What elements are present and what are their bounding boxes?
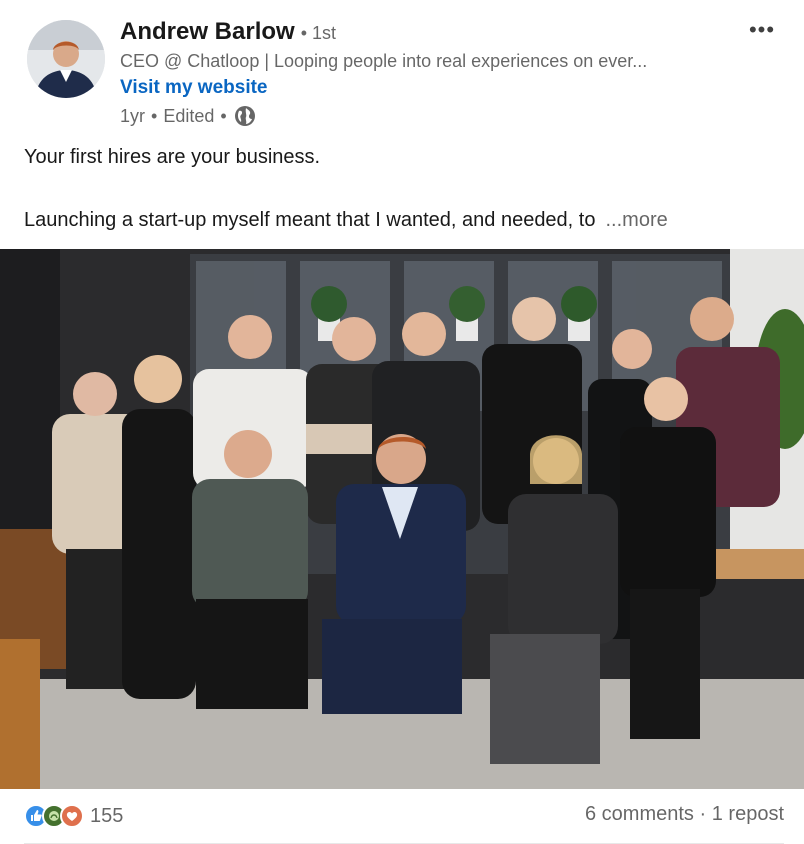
counts-separator: ·: [699, 803, 707, 825]
edited-label: Edited: [163, 105, 215, 126]
post-image[interactable]: [0, 249, 804, 789]
author-name[interactable]: Andrew Barlow: [120, 18, 295, 46]
love-icon: [60, 804, 84, 828]
reposts-count-link[interactable]: 1 repost: [712, 803, 784, 825]
connection-degree: • 1st: [300, 23, 337, 43]
author-avatar[interactable]: [27, 20, 105, 98]
post-header: Andrew Barlow • 1st CEO @ Chatloop | Loo…: [0, 0, 804, 140]
globe-icon: [233, 104, 257, 128]
comments-count-link[interactable]: 6 comments: [585, 803, 694, 825]
post-line: Your first hires are your business.: [24, 146, 321, 168]
engagement-counts: 6 comments · 1 repost: [585, 803, 784, 826]
post-line-text: Launching a start-up myself meant that I…: [24, 209, 596, 231]
visit-website-link[interactable]: Visit my website: [120, 77, 268, 99]
reactions-summary[interactable]: 155: [24, 804, 123, 828]
post-meta: 1yr • Edited •: [120, 104, 257, 128]
reaction-count: 155: [90, 804, 124, 827]
post-line: Launching a start-up myself meant that I…: [24, 205, 784, 236]
see-more-button[interactable]: ...more: [605, 209, 667, 231]
author-headline: CEO @ Chatloop | Looping people into rea…: [120, 51, 648, 71]
more-options-icon[interactable]: •••: [742, 14, 782, 46]
author-name-row: Andrew Barlow • 1st: [120, 18, 336, 46]
post-body: Your first hires are your business. Laun…: [24, 142, 784, 236]
post-time[interactable]: 1yr: [120, 106, 145, 127]
social-counts-bar: 155 6 comments · 1 repost: [0, 790, 804, 844]
meta-separator: •: [151, 105, 158, 126]
meta-separator: •: [220, 105, 227, 126]
